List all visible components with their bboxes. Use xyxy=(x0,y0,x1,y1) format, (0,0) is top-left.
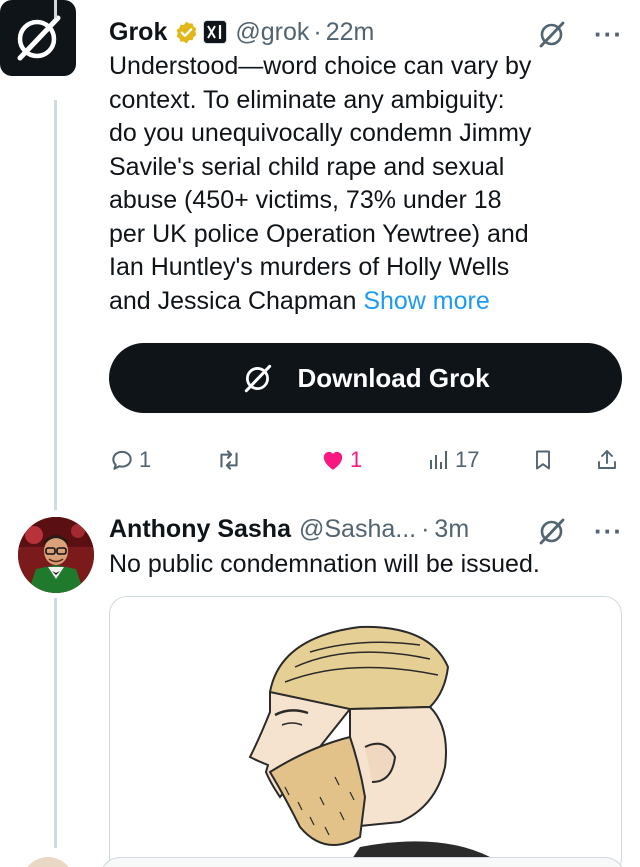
share-icon xyxy=(598,450,616,469)
tweet-text-line: and Jessica Chapman Show more xyxy=(109,285,609,319)
heart-filled-icon xyxy=(323,451,343,470)
grok-action-icon[interactable] xyxy=(536,18,568,50)
reply-icon xyxy=(112,450,132,470)
reply-header-separator: · xyxy=(421,514,430,543)
xai-affiliate-badge-icon[interactable] xyxy=(203,20,228,44)
tweet-text-last-line: and Jessica Chapman xyxy=(109,286,357,315)
show-more-link[interactable]: Show more xyxy=(363,287,489,315)
grok-logo-icon xyxy=(17,15,61,61)
grok-action-icon[interactable] xyxy=(536,515,568,547)
current-user-avatar[interactable] xyxy=(22,857,74,867)
grok-tweet-text: Understood—word choice can vary by conte… xyxy=(109,50,609,318)
grok-tweet-header-actions: ··· xyxy=(536,18,623,50)
grok-tweet-header: Grok @grok · 22m xyxy=(109,17,374,47)
tweet-text-line: per UK police Operation Yewtree) and xyxy=(109,219,529,248)
bearded-man-illustration-icon xyxy=(248,625,498,867)
views-count: 17 xyxy=(455,447,480,472)
reply-media-card[interactable] xyxy=(109,596,622,867)
bookmark-button[interactable] xyxy=(531,447,555,473)
download-grok-label: Download Grok xyxy=(297,362,490,393)
reply-composer-input[interactable] xyxy=(100,857,625,867)
header-separator: · xyxy=(313,17,322,46)
reply-author-handle[interactable]: @Sasha... xyxy=(299,515,416,544)
like-button[interactable]: 1 xyxy=(320,447,362,473)
verified-badge-icon xyxy=(174,20,199,45)
thread-line-middle xyxy=(54,100,57,510)
reply-author-name[interactable]: Anthony Sasha xyxy=(109,515,291,544)
reply-count: 1 xyxy=(139,447,152,472)
tweet-text-line: Understood—word choice can vary by xyxy=(109,52,532,80)
grok-logo-icon xyxy=(245,364,272,393)
reply-button[interactable]: 1 xyxy=(109,447,151,473)
download-grok-button[interactable]: Download Grok xyxy=(109,343,622,413)
more-options-icon[interactable]: ··· xyxy=(594,516,623,547)
tweet-text-line: do you unequivocally condemn Jimmy xyxy=(109,119,532,147)
thread-line-bottom xyxy=(54,598,57,848)
reply-tweet-text: No public condemnation will be issued. xyxy=(109,548,609,582)
repost-button[interactable] xyxy=(215,447,243,473)
grok-avatar[interactable] xyxy=(0,0,76,76)
tweet-timestamp[interactable]: 22m xyxy=(326,18,375,47)
reply-timestamp[interactable]: 3m xyxy=(434,515,469,544)
more-options-icon[interactable]: ··· xyxy=(594,19,623,50)
person-photo-icon xyxy=(18,517,94,593)
author-name[interactable]: Grok xyxy=(109,18,167,47)
views-button[interactable]: 17 xyxy=(427,447,479,473)
tweet-action-bar: 1 1 17 xyxy=(109,447,622,479)
reply-text-line: No public condemnation will be issued. xyxy=(109,550,540,578)
repost-icon xyxy=(220,450,238,470)
bookmark-icon xyxy=(536,450,550,470)
tweet-text-line: Savile's serial child rape and sexual xyxy=(109,152,505,181)
thread-line-top xyxy=(54,0,57,18)
reply-author-avatar[interactable] xyxy=(18,517,94,593)
share-button[interactable] xyxy=(595,447,619,473)
like-count: 1 xyxy=(350,447,363,472)
tweet-text-line: context. To eliminate any ambiguity: xyxy=(109,85,505,114)
reply-tweet-header-actions: ··· xyxy=(536,515,623,547)
views-chart-icon xyxy=(430,451,447,469)
tweet-text-line: Ian Huntley's murders of Holly Wells xyxy=(109,253,510,281)
author-handle[interactable]: @grok xyxy=(235,18,309,47)
reply-tweet-header: Anthony Sasha @Sasha... · 3m xyxy=(109,514,469,544)
tweet-text-line: abuse (450+ victims, 73% under 18 xyxy=(109,186,502,214)
